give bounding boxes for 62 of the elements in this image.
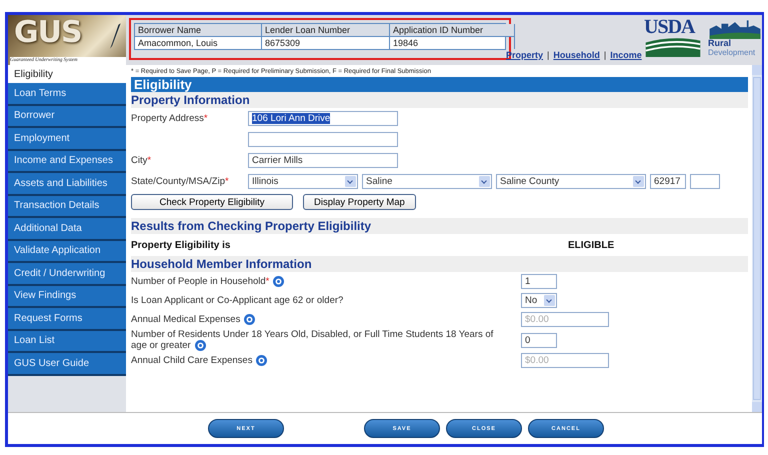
- column-header: Lender Loan Number: [262, 24, 390, 37]
- page-title: Eligibility: [131, 77, 748, 92]
- state-dropdown[interactable]: Illinois: [248, 174, 358, 189]
- table-cell: Amacommon, Louis: [135, 37, 262, 49]
- sidebar-item[interactable]: GUS User Guide: [8, 353, 126, 376]
- result-value: ELIGIBLE: [568, 240, 614, 250]
- action-button[interactable]: Check Property Eligibility: [131, 194, 293, 210]
- help-icon[interactable]: [273, 276, 284, 287]
- sidebar-item[interactable]: View Findings: [8, 286, 126, 308]
- section-heading: Results from Checking Property Eligibility: [131, 218, 748, 234]
- help-icon[interactable]: [194, 340, 206, 351]
- division-name: Development: [708, 48, 756, 57]
- field-label: Number of People in Household*: [131, 276, 501, 287]
- sidebar-item[interactable]: Income and Expenses: [8, 150, 126, 173]
- field-label: Annual Child Care Expenses: [131, 355, 501, 366]
- sidebar-item[interactable]: Eligibility: [8, 65, 126, 83]
- field-label: Is Loan Applicant or Co-Applicant age 62 or older?: [131, 295, 344, 306]
- agency-name: USDA: [644, 17, 696, 37]
- field-label: State/County/MSA/Zip*: [131, 176, 230, 187]
- sidebar-item[interactable]: Loan Terms: [8, 83, 126, 106]
- column-header: Borrower Name: [135, 24, 262, 37]
- section-link[interactable]: Household: [553, 50, 600, 60]
- sidebar-item[interactable]: Employment: [8, 128, 126, 150]
- result-label: Property Eligibility is: [131, 240, 232, 250]
- sidebar-item[interactable]: Additional Data: [8, 218, 126, 240]
- zip-extension-field[interactable]: [690, 174, 720, 189]
- action-button[interactable]: Display Property Map: [303, 194, 416, 210]
- link-separator: |: [547, 50, 550, 60]
- column-header: Application ID Number: [390, 24, 515, 37]
- field-label: Number of Residents Under 18 Years Old, Disabled, or Full Time Students 18 Years of age or greater: [131, 329, 494, 352]
- logo-title: GUS: [14, 17, 82, 49]
- sidebar-item[interactable]: Validate Application: [8, 240, 126, 263]
- link-separator: |: [604, 50, 606, 60]
- amount-field[interactable]: $0.00: [521, 312, 609, 327]
- sidebar-item[interactable]: Request Forms: [8, 308, 126, 330]
- field-stripes-icon: [644, 37, 702, 57]
- sidebar-item[interactable]: Borrower: [8, 106, 126, 128]
- field-label: Property Address*: [131, 113, 209, 124]
- field-label: City*: [131, 155, 152, 166]
- section-heading: Property Information: [131, 92, 748, 108]
- division-name: Rural: [708, 39, 732, 48]
- sidebar-item[interactable]: Transaction Details: [8, 196, 126, 218]
- sidebar-item[interactable]: Credit / Underwriting: [8, 263, 126, 286]
- section-link[interactable]: Income: [610, 50, 642, 60]
- sidebar-item[interactable]: Loan List: [8, 330, 126, 353]
- table-cell: 8675309: [262, 37, 390, 49]
- yes-no-dropdown[interactable]: No: [521, 293, 557, 308]
- amount-field[interactable]: $0.00: [521, 353, 609, 368]
- help-icon[interactable]: [244, 314, 256, 325]
- input-field[interactable]: 106 Lori Ann Drive: [248, 111, 398, 126]
- sidebar-item[interactable]: Assets and Liabilities: [8, 173, 126, 196]
- msa-dropdown[interactable]: Saline County: [496, 174, 646, 189]
- help-icon[interactable]: [256, 355, 268, 366]
- input-field[interactable]: Carrier Mills: [248, 153, 398, 168]
- field-label: Annual Medical Expenses: [131, 314, 501, 325]
- table-cell: 19846: [390, 37, 515, 49]
- input-field[interactable]: 0: [521, 332, 557, 348]
- input-field[interactable]: [248, 132, 398, 147]
- county-dropdown[interactable]: Saline: [362, 174, 492, 189]
- zip-field[interactable]: 62917: [650, 174, 686, 189]
- section-heading: Household Member Information: [131, 256, 748, 272]
- input-field[interactable]: 1: [521, 274, 557, 289]
